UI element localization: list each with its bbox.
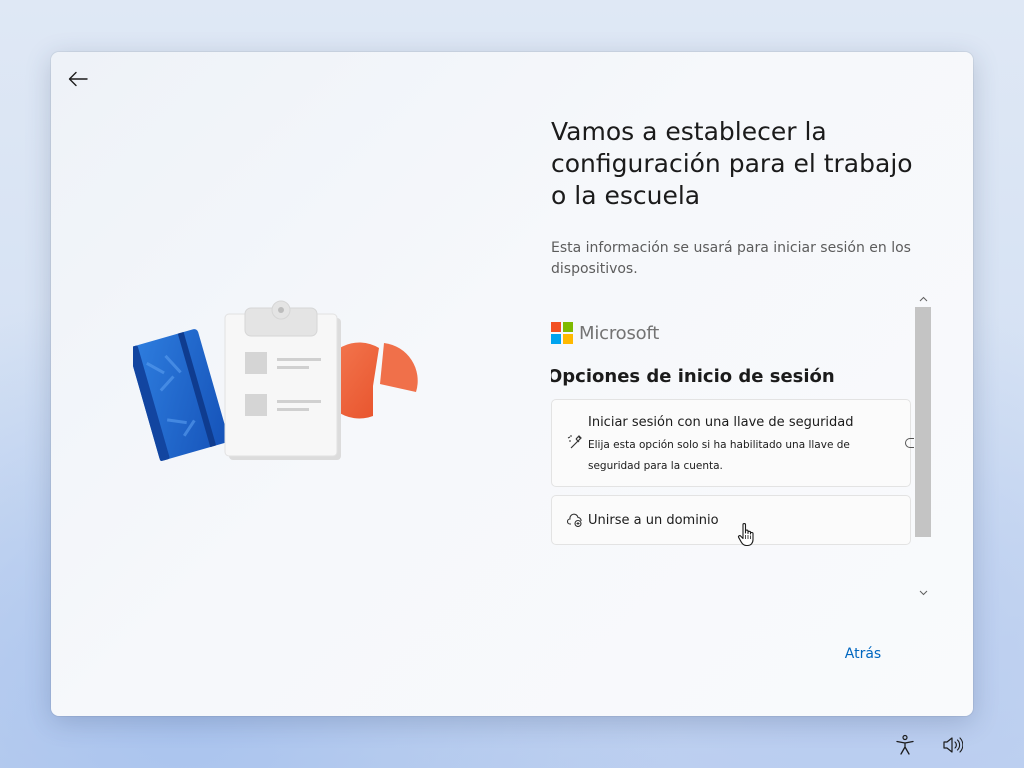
security-key-option[interactable]: Iniciar sesión con una llave de segurida… <box>551 399 914 487</box>
scroll-up-button[interactable] <box>915 292 931 306</box>
signin-options-title: Opciones de inicio de sesión <box>551 366 835 387</box>
setup-window: Vamos a establecer la configuración para… <box>51 52 973 716</box>
join-domain-option[interactable]: Unirse a un dominio <box>551 495 911 545</box>
clipboard-icon <box>224 300 341 460</box>
back-arrow-icon <box>68 71 88 87</box>
chevron-up-icon <box>919 296 927 302</box>
chevron-down-icon <box>919 590 927 596</box>
scroll-down-button[interactable] <box>915 586 931 600</box>
accessibility-icon[interactable] <box>894 734 916 756</box>
microsoft-logo: Microsoft <box>551 322 659 344</box>
microsoft-wordmark: Microsoft <box>579 322 660 344</box>
security-key-icon <box>567 435 582 449</box>
domain-join-icon <box>567 513 582 527</box>
microsoft-squares-icon <box>551 322 573 344</box>
back-arrow-button[interactable] <box>63 64 93 94</box>
work-school-illustration <box>133 300 418 461</box>
signin-panel: Microsoft Opciones de inicio de sesión I… <box>551 292 931 600</box>
page-title: Vamos a establecer la configuración para… <box>551 117 913 210</box>
panel-scrollbar[interactable] <box>915 292 931 600</box>
back-button[interactable]: Atrás <box>837 642 889 666</box>
security-key-option-title: Iniciar sesión con una llave de segurida… <box>588 415 854 430</box>
page-subtitle: Esta información se usará para iniciar s… <box>551 240 911 277</box>
security-key-option-description: Elija esta opción solo si ha habilitado … <box>588 439 850 472</box>
volume-icon[interactable] <box>941 734 963 756</box>
notebook-icon <box>133 329 229 461</box>
scroll-thumb[interactable] <box>915 307 931 537</box>
join-domain-option-title: Unirse a un dominio <box>588 513 719 528</box>
card-edge-indicator <box>905 438 914 448</box>
